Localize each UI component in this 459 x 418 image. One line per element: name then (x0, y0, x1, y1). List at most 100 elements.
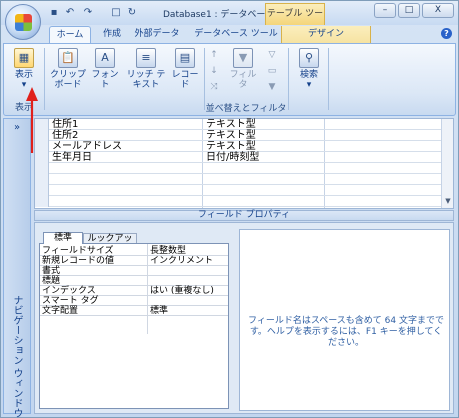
datasheet-icon: ▦ (14, 48, 34, 68)
property-label: インデックス (42, 286, 96, 296)
ribbon-separator (44, 48, 45, 110)
field-properties-header: フィールド プロパティ (34, 210, 454, 221)
annotation-arrow-icon (26, 87, 38, 153)
redo-icon[interactable]: ↷ (81, 6, 95, 19)
filter-label: フィルタ (229, 70, 257, 90)
find-button[interactable]: ⚲ 検索 ▾ (294, 48, 324, 90)
property-row[interactable]: インデックス はい (重複なし) (40, 286, 228, 296)
rich-text-label: リッチ テキスト (126, 70, 166, 90)
field-name[interactable]: 住所1 (52, 119, 78, 130)
table-row[interactable]: 住所2 テキスト型 (35, 130, 441, 141)
property-value[interactable]: はい (重複なし) (150, 286, 214, 296)
table-design-grid[interactable]: 住所1 テキスト型 住所2 テキスト型 メールアドレス テキスト型 生年月日 日… (34, 118, 454, 209)
property-row[interactable]: 標題 (40, 276, 228, 286)
clear-sort-icon[interactable]: ⤨ (208, 82, 220, 93)
view-button-label: 表示 (14, 70, 33, 80)
help-icon[interactable]: ? (441, 28, 452, 39)
toggle-filter-icon[interactable]: ▼ (266, 82, 278, 93)
field-name[interactable]: 生年月日 (52, 152, 92, 163)
filter-icon: ▼ (233, 48, 253, 68)
close-button[interactable]: X (422, 3, 454, 18)
row-selector[interactable] (35, 174, 49, 185)
property-help-text: フィールド名はスペースも含めて 64 文字までです。ヘルプを表示するには、F1 … (248, 316, 444, 348)
filter-button[interactable]: ▼ フィルタ (226, 48, 260, 90)
table-row[interactable] (35, 185, 441, 196)
ribbon: ▦ 表示 ▾ 表示 📋 クリップ ボード A フォント ≡ リッチ テキスト ▤… (3, 43, 456, 116)
table-row[interactable]: メールアドレス テキスト型 (35, 141, 441, 152)
paragraph-icon: ≡ (136, 48, 156, 68)
access-window: ▪ ↶ ↷ □ ↻ Database1 : データベース ... テーブル ツー… (0, 0, 459, 418)
view-button[interactable]: ▦ 表示 ▾ (10, 48, 38, 90)
binoculars-icon: ⚲ (299, 48, 319, 68)
undo-icon[interactable]: ↶ (63, 6, 77, 19)
property-label: 文字配置 (42, 306, 79, 316)
property-label: スマート タグ (42, 296, 99, 306)
clipboard-button[interactable]: 📋 クリップ ボード (50, 48, 86, 90)
table-row[interactable] (35, 163, 441, 174)
property-row[interactable]: 文字配置 標準 (40, 306, 228, 316)
field-type[interactable]: テキスト型 (206, 130, 256, 141)
sort-ascending-icon[interactable]: ↑ (208, 50, 220, 61)
rich-text-button[interactable]: ≡ リッチ テキスト (126, 48, 166, 90)
property-row[interactable]: 書式 (40, 266, 228, 276)
field-name[interactable]: 住所2 (52, 130, 78, 141)
selection-filter-icon[interactable]: ▽ (266, 50, 278, 61)
property-label: フィールドサイズ (42, 246, 114, 256)
chevron-right-icon[interactable]: » (11, 122, 23, 134)
property-value[interactable]: 長整数型 (150, 246, 186, 256)
tab-create[interactable]: 作成 (97, 26, 127, 43)
clipboard-label: クリップ ボード (50, 70, 87, 90)
ribbon-separator (288, 48, 289, 110)
save-icon[interactable]: ▪ (47, 6, 61, 19)
property-help-box: フィールド名はスペースも含めて 64 文字までです。ヘルプを表示するには、F1 … (239, 229, 450, 411)
property-row[interactable]: 新規レコードの値 インクリメント (40, 256, 228, 266)
field-name[interactable]: メールアドレス (52, 141, 122, 152)
property-value[interactable]: インクリメント (150, 256, 213, 266)
office-logo-icon (15, 14, 32, 31)
tab-home[interactable]: ホーム (49, 26, 91, 43)
table-tools-context-label: テーブル ツール (265, 3, 325, 39)
tab-general[interactable]: 標準 (43, 232, 83, 244)
property-label: 標題 (42, 276, 61, 286)
group-label-sort-filter: 並べ替えとフィルタ (205, 104, 287, 114)
tab-design[interactable]: デザイン (281, 26, 371, 43)
clipboard-icon: 📋 (58, 48, 78, 68)
table-row[interactable]: 生年月日 日付/時刻型 (35, 152, 441, 163)
font-label: フォント (91, 70, 119, 90)
field-type[interactable]: テキスト型 (206, 141, 256, 152)
grid-scrollbar[interactable]: ▼ (441, 119, 453, 208)
refresh-icon[interactable]: ↻ (125, 6, 139, 19)
find-label: 検索 (299, 70, 318, 80)
minimize-button[interactable]: – (374, 3, 396, 18)
field-properties-pane: 標準 ルックアップ フィールドサイズ 長整数型 新規レコードの値 インクリメント… (34, 222, 454, 414)
field-type[interactable]: 日付/時刻型 (206, 152, 259, 163)
row-selector[interactable] (35, 163, 49, 174)
navigation-pane-label: ナビゲーション ウィンドウ (11, 295, 22, 418)
advanced-filter-icon[interactable]: ▭ (266, 66, 278, 77)
maximize-button[interactable]: □ (398, 3, 420, 18)
navigation-pane[interactable]: » ナビゲーション ウィンドウ (3, 118, 31, 418)
property-row[interactable]: フィールドサイズ 長整数型 (40, 246, 228, 256)
tab-external-data[interactable]: 外部データ (129, 26, 185, 43)
property-value[interactable]: 標準 (150, 306, 168, 316)
row-selector[interactable] (35, 196, 49, 207)
table-row[interactable] (35, 174, 441, 185)
property-label: 書式 (42, 266, 61, 276)
font-button[interactable]: A フォント (88, 48, 122, 90)
field-type[interactable]: テキスト型 (206, 119, 256, 130)
office-button[interactable] (5, 4, 41, 40)
table-row[interactable] (35, 196, 441, 207)
ribbon-tab-bar: ホーム 作成 外部データ データベース ツール デザイン (1, 25, 458, 43)
row-selector[interactable] (35, 185, 49, 196)
scroll-down-icon[interactable]: ▼ (444, 197, 452, 205)
records-icon: ▤ (175, 48, 195, 68)
records-button[interactable]: ▤ レコード (168, 48, 202, 90)
property-row[interactable]: スマート タグ (40, 296, 228, 306)
new-icon[interactable]: □ (109, 6, 123, 19)
tab-database-tools[interactable]: データベース ツール (191, 26, 281, 43)
sort-descending-icon[interactable]: ↓ (208, 66, 220, 77)
properties-table: フィールドサイズ 長整数型 新規レコードの値 インクリメント 書式 標題 インデ… (39, 243, 229, 409)
title-bar: ▪ ↶ ↷ □ ↻ Database1 : データベース ... テーブル ツー… (1, 1, 458, 39)
records-label: レコード (171, 70, 199, 90)
table-row[interactable]: 住所1 テキスト型 (35, 119, 441, 130)
